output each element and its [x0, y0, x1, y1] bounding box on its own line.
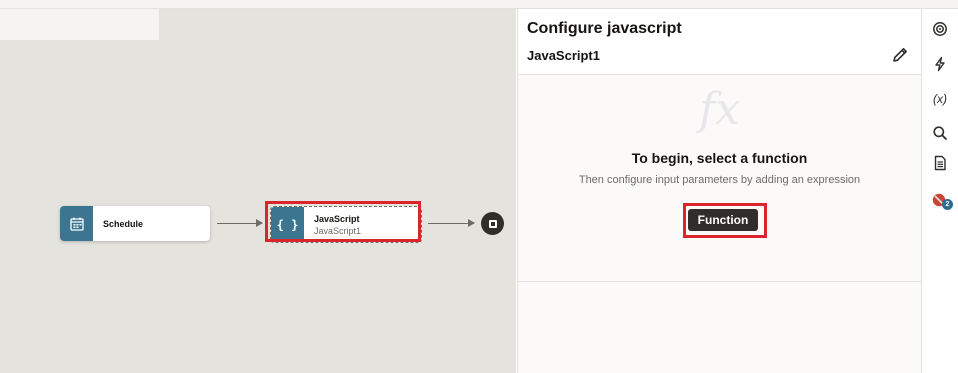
panel-subtitle: JavaScript1 [527, 48, 600, 63]
right-rail: (x) 2 [921, 9, 958, 373]
javascript-node-title: JavaScript [314, 213, 360, 224]
connector-arrow [428, 219, 475, 227]
top-bar [0, 0, 958, 9]
configure-panel: Configure javascript JavaScript1 fx To b… [517, 9, 921, 373]
panel-divider [518, 281, 921, 282]
fx-illustration: fx [698, 84, 741, 135]
end-node[interactable] [481, 212, 504, 235]
schedule-node-title: Schedule [103, 218, 144, 229]
function-button[interactable]: Function [688, 209, 758, 231]
lightning-icon[interactable] [929, 53, 951, 75]
error-icon[interactable]: 2 [929, 190, 953, 212]
panel-header: Configure javascript JavaScript1 [518, 9, 921, 75]
calendar-icon [60, 206, 93, 241]
target-icon[interactable] [929, 18, 951, 40]
braces-icon: { } [271, 207, 304, 242]
schedule-node[interactable]: Schedule [60, 206, 210, 241]
canvas-tab [0, 9, 159, 40]
flow-canvas[interactable] [0, 9, 516, 373]
panel-title: Configure javascript [527, 20, 682, 37]
empty-state-subtitle: Then configure input parameters by addin… [578, 174, 861, 186]
variable-icon[interactable]: (x) [929, 88, 951, 110]
javascript-node[interactable]: { } JavaScript JavaScript1 [270, 206, 422, 243]
error-count-badge: 2 [942, 199, 953, 210]
pencil-icon[interactable] [891, 46, 909, 64]
stop-icon [488, 219, 497, 228]
javascript-node-subtitle: JavaScript1 [314, 225, 362, 236]
empty-state-title: To begin, select a function [631, 150, 808, 166]
connector-arrow [217, 219, 263, 227]
search-icon[interactable] [929, 122, 951, 144]
document-icon[interactable] [929, 152, 951, 174]
